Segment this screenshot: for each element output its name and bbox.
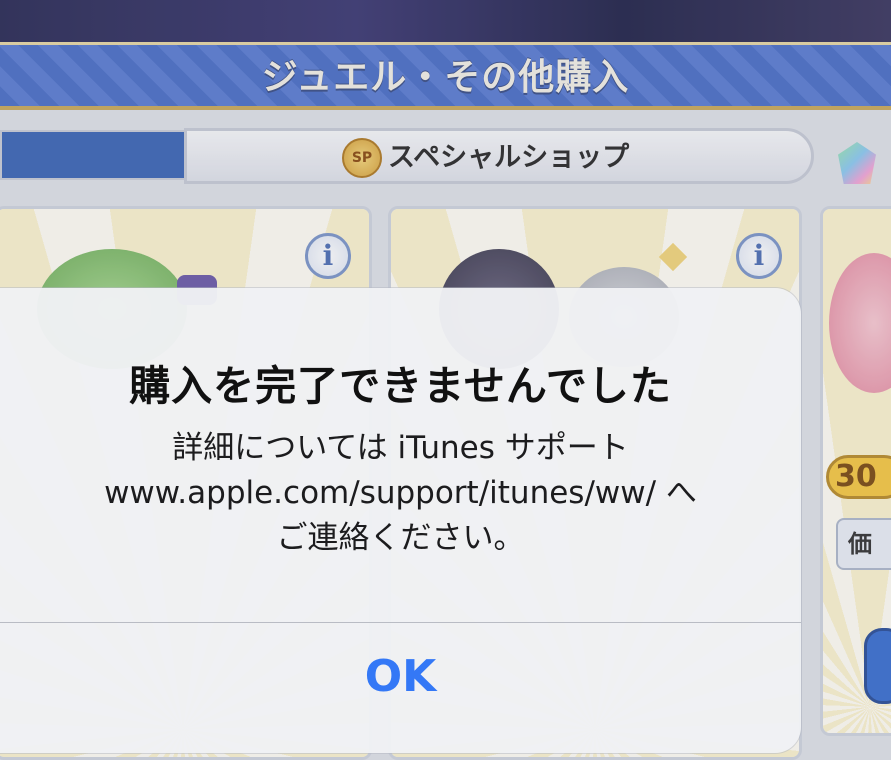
alert-message-line: ご連絡ください。 <box>276 520 525 556</box>
ok-button[interactable]: OK <box>0 623 801 753</box>
purchase-error-alert: 購入を完了できませんでした 詳細については iTunes サポート www.ap… <box>0 288 801 753</box>
alert-message-line: 詳細については iTunes サポート <box>172 430 629 466</box>
alert-message-line: www.apple.com/support/itunes/ww/ へ <box>104 475 697 511</box>
alert-title: 購入を完了できませんでした <box>129 362 672 410</box>
